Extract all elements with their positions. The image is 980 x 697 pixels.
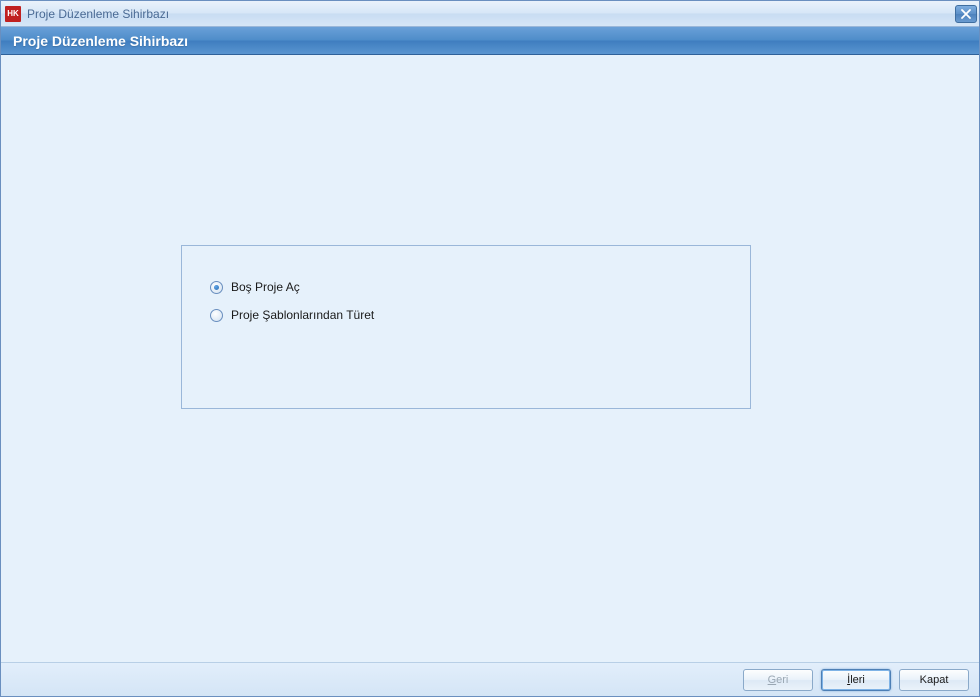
back-button[interactable]: Geri (743, 669, 813, 691)
close-button[interactable] (955, 5, 977, 23)
wizard-window: HK Proje Düzenleme Sihirbazı Proje Düzen… (0, 0, 980, 697)
footer: Geri İleri Kapat (1, 662, 979, 696)
close-icon (961, 9, 971, 19)
next-rest: leri (850, 674, 865, 686)
titlebar: HK Proje Düzenleme Sihirbazı (1, 1, 979, 27)
wizard-header: Proje Düzenleme Sihirbazı (1, 27, 979, 55)
back-rest: eri (776, 674, 788, 686)
close-dialog-button[interactable]: Kapat (899, 669, 969, 691)
radio-label-template: Proje Şablonlarından Türet (231, 308, 374, 322)
option-panel: Boş Proje Aç Proje Şablonlarından Türet (181, 245, 751, 409)
content-area: Boş Proje Aç Proje Şablonlarından Türet (1, 55, 979, 662)
radio-from-template[interactable]: Proje Şablonlarından Türet (210, 308, 722, 322)
radio-label-empty: Boş Proje Aç (231, 280, 300, 294)
radio-icon (210, 309, 223, 322)
radio-icon (210, 281, 223, 294)
radio-empty-project[interactable]: Boş Proje Aç (210, 280, 722, 294)
app-icon: HK (5, 6, 21, 22)
window-title: Proje Düzenleme Sihirbazı (27, 7, 955, 21)
next-button[interactable]: İleri (821, 669, 891, 691)
wizard-title: Proje Düzenleme Sihirbazı (13, 33, 188, 49)
